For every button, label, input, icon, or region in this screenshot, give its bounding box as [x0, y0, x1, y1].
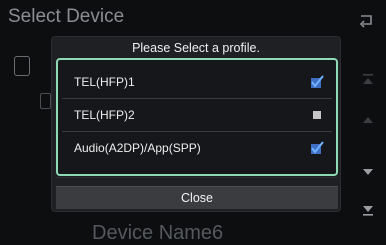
back-arrow-icon — [359, 15, 372, 28]
double-up-arrow-icon — [363, 74, 373, 84]
profile-item-audio-app[interactable]: Audio(A2DP)/App(SPP) — [62, 132, 332, 164]
device-icon — [14, 56, 30, 76]
checkbox-empty-icon[interactable] — [310, 108, 324, 122]
close-button[interactable]: Close — [56, 186, 338, 209]
double-down-arrow-icon — [363, 206, 373, 216]
profile-label: TEL(HFP)1 — [74, 75, 135, 89]
profile-dialog: Please Select a profile. TEL(HFP)1 TEL(H… — [52, 37, 340, 211]
screen-title: Select Device — [8, 6, 125, 27]
back-button[interactable] — [352, 6, 380, 34]
up-arrow-icon — [363, 117, 373, 123]
down-arrow-icon — [363, 169, 373, 175]
dialog-title: Please Select a profile. — [132, 41, 260, 55]
device-name-item[interactable]: Device Name6 — [92, 222, 223, 245]
scroll-up-button[interactable] — [356, 110, 380, 130]
scroll-down-button[interactable] — [356, 162, 380, 182]
checkmark-icon[interactable] — [310, 141, 324, 155]
scroll-bottom-button[interactable] — [356, 200, 380, 220]
scroll-top-button[interactable] — [356, 70, 380, 90]
profile-item-tel-hfp1[interactable]: TEL(HFP)1 — [62, 66, 332, 99]
profile-list: TEL(HFP)1 TEL(HFP)2 Audio(A2DP)/App(SPP) — [56, 58, 338, 176]
divider — [56, 177, 338, 178]
checkmark-icon[interactable] — [310, 75, 324, 89]
device-icon-secondary — [40, 93, 51, 109]
profile-label: Audio(A2DP)/App(SPP) — [74, 141, 201, 155]
profile-label: TEL(HFP)2 — [74, 108, 135, 122]
profile-item-tel-hfp2[interactable]: TEL(HFP)2 — [62, 99, 332, 132]
